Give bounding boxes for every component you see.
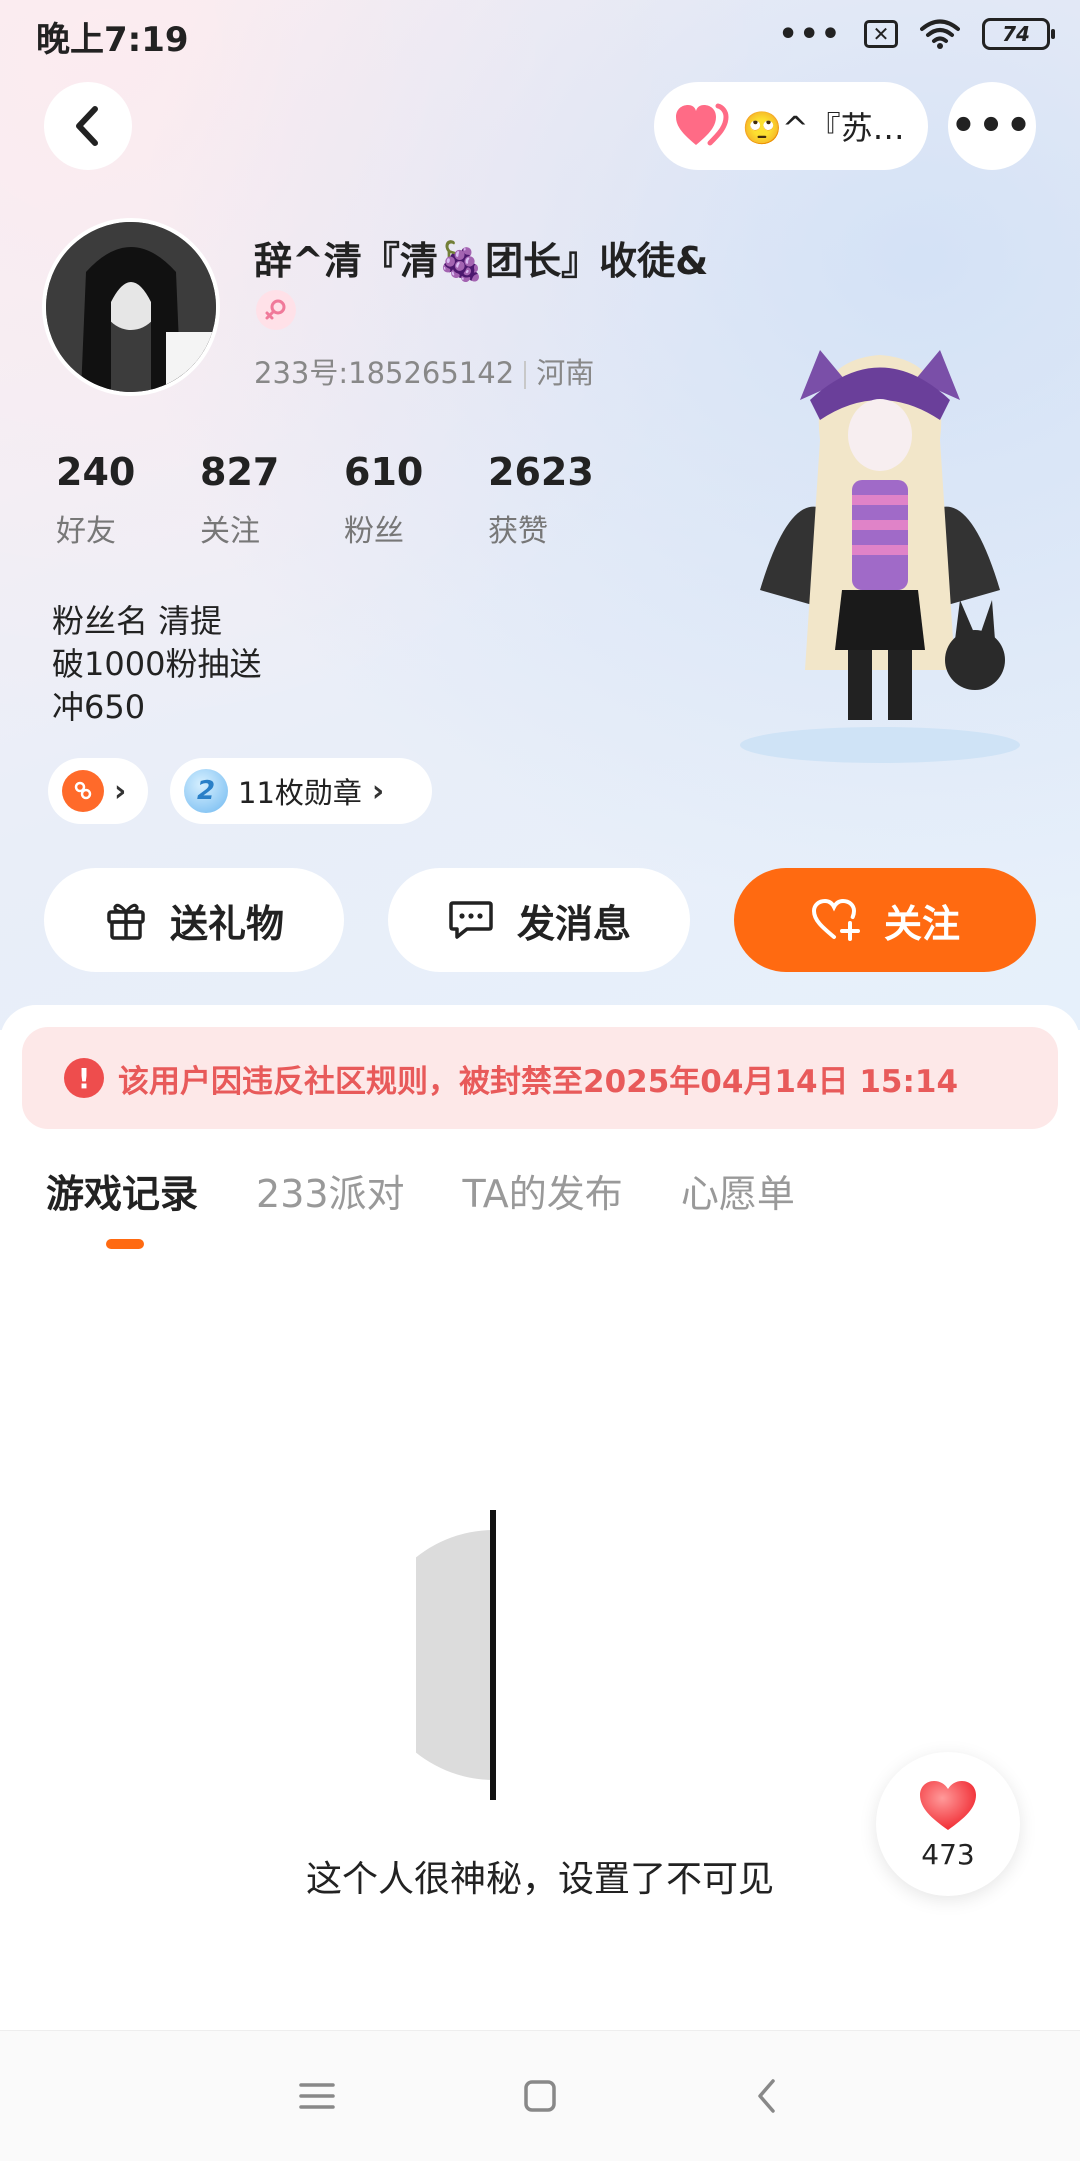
status-time: 晚上7:19 [36,20,189,60]
menu-nav-button[interactable] [290,2069,344,2123]
stat-label: 好友 [56,514,116,549]
tab-indicator [106,1239,144,1249]
home-nav-button[interactable] [513,2069,567,2123]
bio-line: 冲650 [52,688,146,726]
home-square-icon [524,2080,556,2112]
bio: 粉丝名 清提 破1000粉抽送 冲650 [52,600,261,729]
bio-line: 破1000粉抽送 [52,645,262,683]
more-icon: ••• [950,103,1034,149]
stat-value: 610 [344,450,424,494]
badges-chip[interactable]: 2 11枚勋章 › [170,758,432,824]
chevron-right-icon: › [371,773,385,809]
system-nav-bar [0,2030,1080,2161]
back-button[interactable] [44,82,132,170]
chat-icon [449,901,493,939]
tab-game-records[interactable]: 游戏记录 [46,1163,198,1218]
send-message-button[interactable]: 发消息 [388,868,690,972]
more-dots-icon: ••• [778,16,842,52]
status-icons: ••• ✕ 74 [778,14,1055,54]
follow-button[interactable]: 关注 [734,868,1036,972]
like-count: 473 [921,1837,975,1871]
hidden-content-icon [416,1510,496,1800]
heart-icon [676,103,729,146]
stat-value: 827 [200,450,280,494]
stat-fans[interactable]: 610 粉丝 [344,450,488,550]
menu-icon [299,2083,335,2109]
stat-label: 关注 [200,514,260,549]
status-bar: 晚上7:19 ••• ✕ 74 [0,0,1080,66]
heart-plus-icon [811,898,860,941]
chevron-right-icon: › [114,773,127,809]
back-nav-button[interactable] [740,2069,794,2123]
tab-233-party[interactable]: 233派对 [256,1163,405,1218]
tab-wishlist[interactable]: 心愿单 [681,1163,795,1218]
back-arrow-icon [76,106,98,146]
visitor-text: 🙄^『苏… [742,109,905,147]
gift-icon [107,903,145,940]
meta-divider [524,361,527,389]
stat-following[interactable]: 827 关注 [200,450,344,550]
badge-icon: 2 [184,769,228,813]
send-gift-label: 送礼物 [169,901,284,946]
female-icon [256,290,296,330]
profile-tabs: 游戏记录 233派对 TA的发布 心愿单 [46,1163,795,1218]
user-meta: 233号:185265142 河南 [254,350,594,392]
user-location: 河南 [536,356,595,390]
user-id: 233号:185265142 [254,356,515,390]
more-button[interactable]: ••• [948,82,1036,170]
character-figure[interactable] [730,340,1030,770]
avatar-image [46,222,216,392]
battery-icon: 74 [982,18,1055,50]
badges-label: 11枚勋章 [238,776,362,810]
warning-icon: ! [64,1058,104,1098]
avatar[interactable] [42,218,220,396]
tab-posts[interactable]: TA的发布 [463,1163,623,1218]
like-float-button[interactable]: 473 [876,1752,1020,1896]
username: 辞^清『清🍇团长』收徒& [254,239,709,283]
wifi-icon [920,19,960,49]
stat-likes[interactable]: 2623 获赞 [488,450,632,550]
send-gift-button[interactable]: 送礼物 [44,868,344,972]
stat-label: 获赞 [488,514,548,549]
fan-club-icon [62,770,104,812]
send-message-label: 发消息 [516,901,631,946]
fan-club-chip[interactable]: › [48,758,148,824]
heart-icon [920,1780,976,1830]
ban-notice-text: 该用户因违反社区规则，被封禁至2025年04月14日 15:14 [118,1063,959,1100]
bio-line: 粉丝名 清提 [52,602,223,640]
back-chevron-icon [758,2079,775,2113]
stat-friends[interactable]: 240 好友 [56,450,200,550]
stats-row: 240 好友 827 关注 610 粉丝 2623 获赞 [56,450,632,550]
stat-label: 粉丝 [344,514,404,549]
stat-value: 240 [56,450,136,494]
ban-notice-banner: ! 该用户因违反社区规则，被封禁至2025年04月14日 15:14 [22,1027,1058,1129]
battery-level: 74 [1002,22,1030,46]
visitor-pill[interactable]: 🙄^『苏… [654,82,928,170]
close-box-icon: ✕ [864,20,898,48]
follow-label: 关注 [883,901,960,946]
stat-value: 2623 [488,450,594,494]
